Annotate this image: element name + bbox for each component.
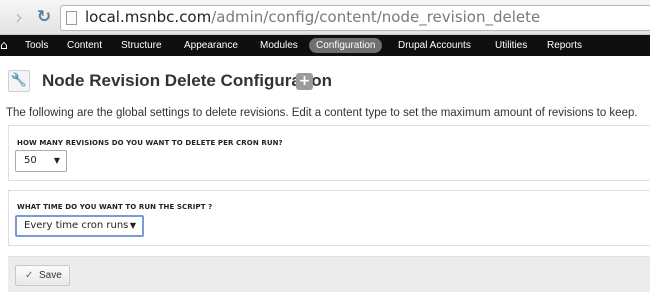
- admin-toolbar: ⌂ Tools Content Structure Appearance Mod…: [0, 35, 650, 56]
- page-icon: [66, 11, 77, 25]
- chevron-down-icon: ▼: [129, 221, 136, 230]
- page-title: Node Revision Delete Configuration: [42, 71, 332, 90]
- toolbar-item-content[interactable]: Content: [67, 35, 102, 56]
- url-path: /admin/config/content/node_revision_dele…: [211, 8, 541, 26]
- run-time-fieldset: WHAT TIME DO YOU WANT TO RUN THE SCRIPT …: [8, 190, 650, 246]
- check-icon: ✓: [25, 270, 34, 281]
- run-time-select[interactable]: Every time cron runs ▼: [15, 215, 144, 237]
- run-time-value: Every time cron runs: [24, 220, 129, 231]
- url-host: local.msnbc.com: [85, 8, 212, 26]
- toolbar-item-modules[interactable]: Modules: [260, 35, 298, 56]
- save-button[interactable]: ✓ Save: [15, 265, 70, 286]
- form-actions: ✓ Save: [8, 256, 650, 292]
- toolbar-item-reports[interactable]: Reports: [547, 35, 582, 56]
- address-bar[interactable]: local.msnbc.com/admin/config/content/nod…: [60, 5, 650, 31]
- home-icon[interactable]: ⌂: [0, 38, 9, 53]
- url-text: local.msnbc.com/admin/config/content/nod…: [85, 8, 540, 26]
- revisions-per-cron-select[interactable]: 50 ▼: [15, 150, 67, 172]
- back-icon[interactable]: ›: [8, 6, 30, 28]
- add-icon[interactable]: +: [296, 73, 313, 90]
- toolbar-item-utilities[interactable]: Utilities: [495, 35, 527, 56]
- browser-toolbar: › ↻ local.msnbc.com/admin/config/content…: [0, 0, 650, 35]
- toolbar-item-appearance[interactable]: Appearance: [184, 35, 238, 56]
- reload-icon[interactable]: ↻: [33, 6, 55, 28]
- save-button-label: Save: [39, 270, 62, 281]
- toolbar-item-drupal-accounts[interactable]: Drupal Accounts: [398, 35, 471, 56]
- revisions-per-cron-label: HOW MANY REVISIONS DO YOU WANT TO DELETE…: [17, 139, 283, 147]
- toolbar-item-structure[interactable]: Structure: [121, 35, 162, 56]
- run-time-label: WHAT TIME DO YOU WANT TO RUN THE SCRIPT …: [17, 203, 213, 211]
- wrench-icon: 🔧: [8, 70, 30, 92]
- toolbar-item-tools[interactable]: Tools: [25, 35, 48, 56]
- revisions-per-cron-fieldset: HOW MANY REVISIONS DO YOU WANT TO DELETE…: [8, 125, 650, 181]
- revisions-per-cron-value: 50: [24, 155, 37, 166]
- toolbar-item-configuration[interactable]: Configuration: [309, 38, 383, 53]
- chevron-down-icon: ▼: [53, 156, 60, 165]
- page-description: The following are the global settings to…: [6, 107, 638, 119]
